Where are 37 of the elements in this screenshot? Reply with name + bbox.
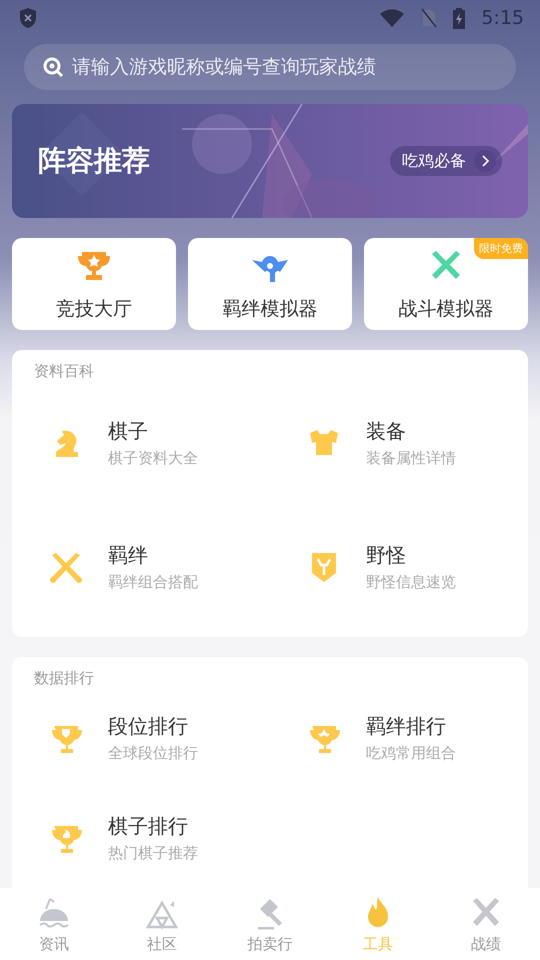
item-subtitle: 热门棋子推荐 [108,844,198,863]
status-time: 5:15 [481,7,524,29]
menu-item[interactable]: 装备 装备属性详情 [270,381,528,505]
no-sim-icon [421,8,438,28]
menu-item[interactable]: 段位排行 全球段位排行 [12,688,270,788]
item-title: 野怪 [366,542,407,569]
menu-item[interactable]: 棋子 棋子资料大全 [12,381,270,505]
shield-icon [18,7,38,29]
menu-item[interactable]: 羁绊 羁绊组合搭配 [12,505,270,629]
menu-item[interactable]: 羁绊排行 吃鸡常用组合 [270,688,528,788]
section-title: 资料百科 [33,362,95,381]
free-badge: 限时免费 [474,238,528,259]
search-icon [42,56,64,78]
menu-item[interactable]: 野怪 野怪信息速览 [270,505,528,629]
banner-title: 阵容推荐 [38,143,150,179]
section-title: 数据排行 [33,669,95,688]
chevron-right-icon [474,150,496,172]
item-title: 羁绊排行 [366,713,447,740]
wifi-icon [379,8,406,28]
item-subtitle: 装备属性详情 [366,449,456,468]
battery-icon [453,7,466,29]
lineup-banner[interactable]: 阵容推荐 吃鸡必备 [12,104,528,218]
item-title: 装备 [366,418,407,445]
item-subtitle: 全球段位排行 [108,744,198,763]
item-title: 棋子排行 [108,813,189,840]
item-title: 棋子 [108,418,149,445]
item-subtitle: 吃鸡常用组合 [366,744,456,763]
item-title: 羁绊 [108,542,149,569]
tool-card[interactable]: 限时免费 战斗模拟器 [364,238,528,330]
tool-card[interactable]: 羁绊模拟器 [188,238,352,330]
item-subtitle: 棋子资料大全 [108,449,198,468]
item-title: 段位排行 [108,713,189,740]
menu-item[interactable]: 棋子排行 热门棋子推荐 [12,788,270,888]
tool-card[interactable]: 竞技大厅 [12,238,176,330]
item-subtitle: 羁绊组合搭配 [108,573,198,592]
item-subtitle: 野怪信息速览 [366,573,456,592]
must-have-button[interactable]: 吃鸡必备 [390,146,502,176]
